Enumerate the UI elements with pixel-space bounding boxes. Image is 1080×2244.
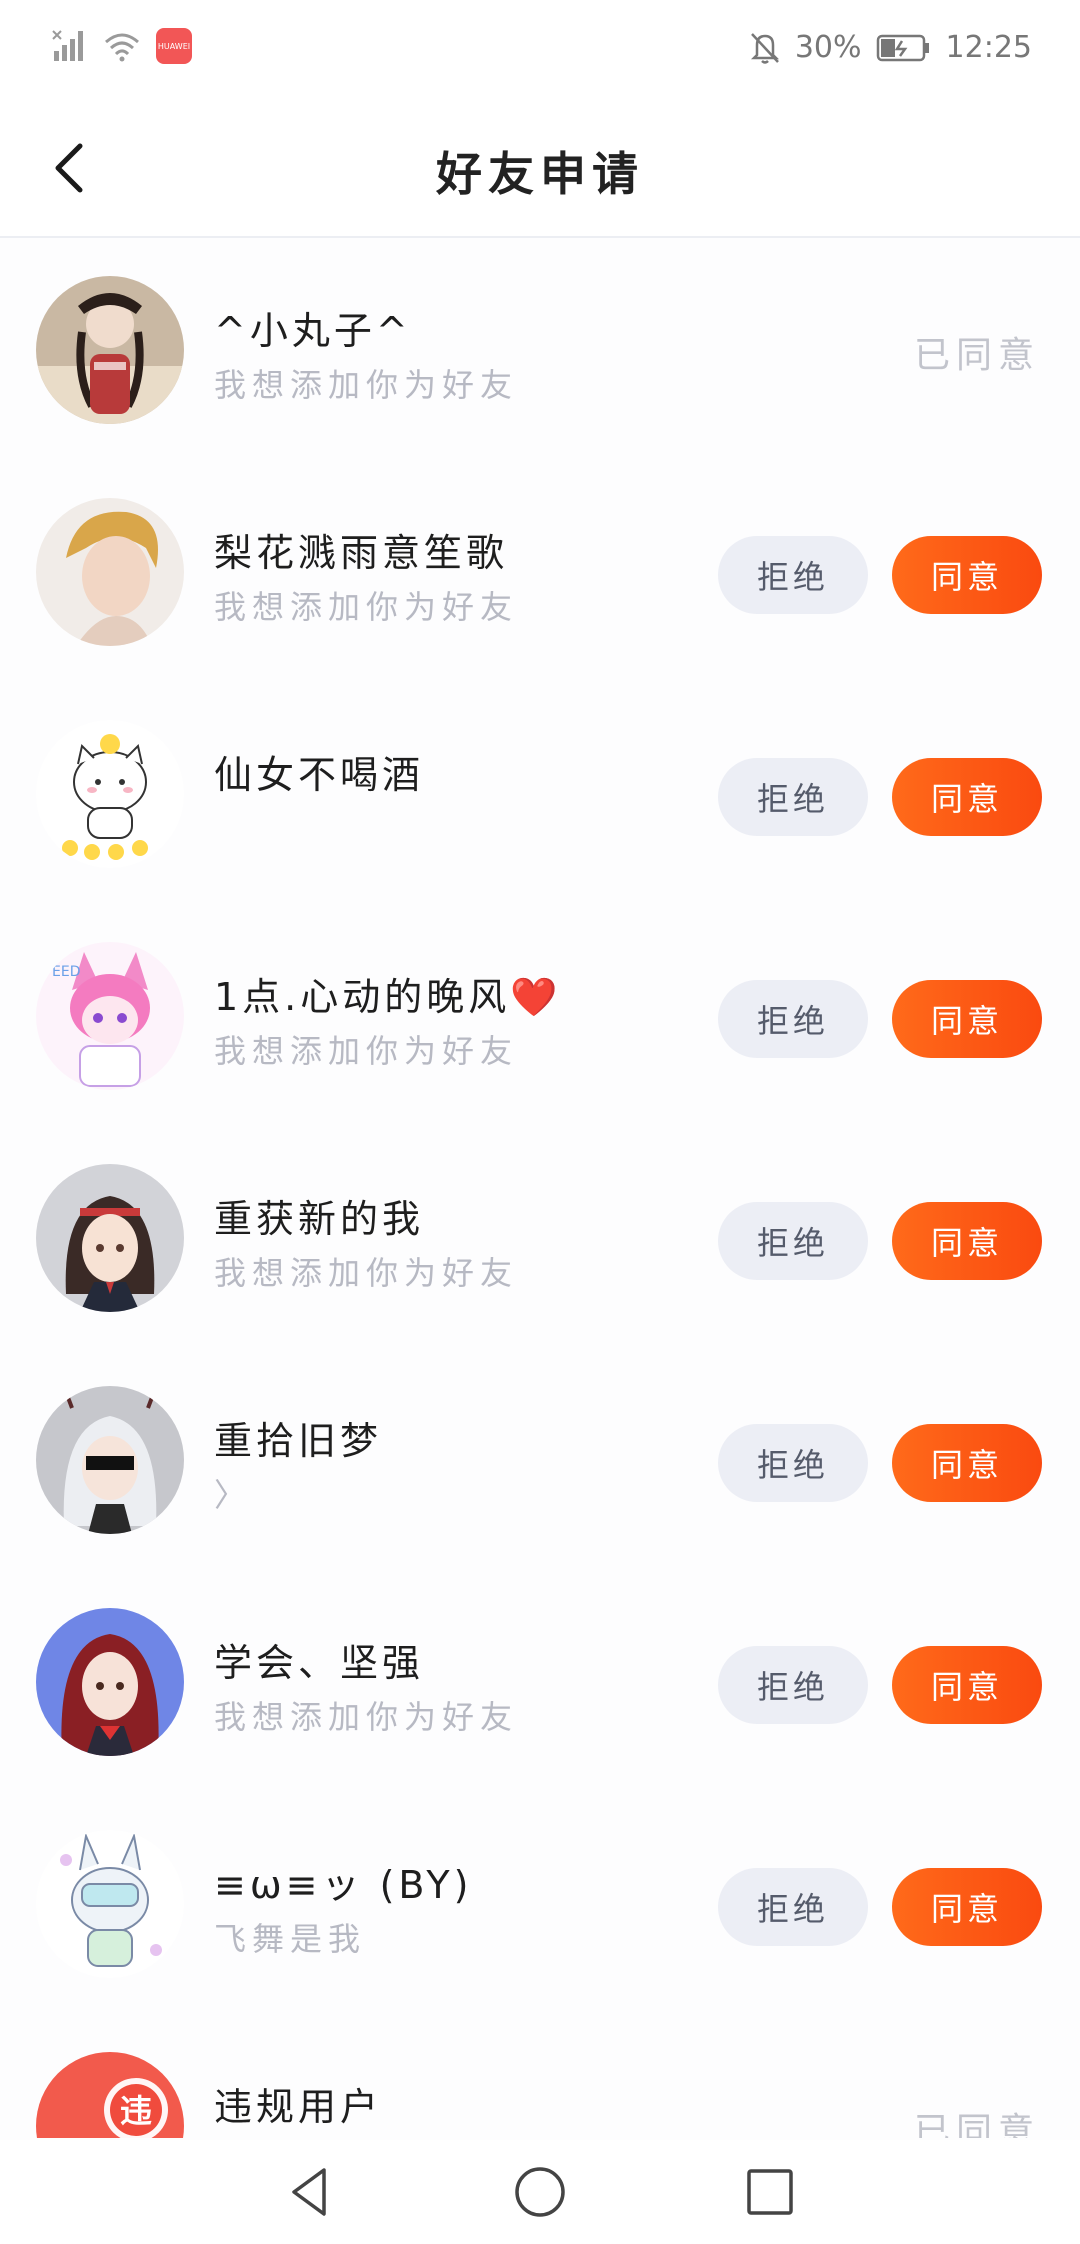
svg-text:FEED: FEED (44, 964, 81, 980)
request-message: 我想添加你为好友 (214, 1254, 519, 1292)
request-message: 我想添加你为好友 (214, 1698, 519, 1736)
avatar[interactable] (36, 1386, 184, 1534)
requester-name: 仙女不喝酒 (214, 753, 425, 797)
nav-recent-icon (747, 2169, 793, 2215)
request-row[interactable]: 梨花溅雨意笙歌 我想添加你为好友 拒绝 同意 (0, 460, 1080, 682)
requester-name: ≡ω≡ッ (BY) (214, 1863, 473, 1907)
request-message: 〉 (214, 1476, 253, 1514)
silent-bell-icon (750, 32, 779, 64)
reject-button[interactable]: 拒绝 (718, 1424, 868, 1502)
agree-button[interactable]: 同意 (892, 758, 1042, 836)
requester-name: 重拾旧梦 (214, 1419, 383, 1463)
request-message: 我想添加你为好友 (214, 1032, 519, 1070)
reject-button[interactable]: 拒绝 (718, 1868, 868, 1946)
request-row[interactable]: ≡ω≡ッ (BY) 飞舞是我 拒绝 同意 (0, 1792, 1080, 2014)
agree-button[interactable]: 同意 (892, 1868, 1042, 1946)
signal-icon (52, 30, 83, 61)
request-row[interactable]: 仙女不喝酒 拒绝 同意 (0, 682, 1080, 904)
request-row[interactable]: ^小丸子^ 我想添加你为好友 已同意 (0, 238, 1080, 460)
status-label: 已同意 (913, 335, 1040, 376)
nav-back-icon (292, 2168, 326, 2216)
request-message: 我想添加你为好友 (214, 366, 519, 404)
nav-recent-button[interactable] (740, 2162, 800, 2222)
avatar[interactable] (36, 1608, 184, 1756)
page-title: 好友申请 (436, 147, 644, 201)
avatar[interactable]: 违 (36, 2052, 184, 2138)
reject-button[interactable]: 拒绝 (718, 536, 868, 614)
agree-button[interactable]: 同意 (892, 1424, 1042, 1502)
status-label: 已同意 (913, 2111, 1040, 2138)
requester-name: 违规用户 (214, 2085, 383, 2129)
request-row[interactable]: FEED 1点.心动的晚风❤️ 我想添加你为好友 拒绝 同意 (0, 904, 1080, 1126)
nav-home-icon (515, 2167, 565, 2217)
request-message: 我想添加你为好友 (214, 588, 519, 626)
wifi-icon (105, 33, 139, 62)
avatar[interactable] (36, 498, 184, 646)
request-row[interactable]: 重获新的我 我想添加你为好友 拒绝 同意 (0, 1126, 1080, 1348)
requester-name: 重获新的我 (214, 1197, 425, 1241)
status-right: 30% 12:25 (749, 30, 1032, 65)
reject-button[interactable]: 拒绝 (718, 1646, 868, 1724)
app-notification-icon: HUAWEI (156, 28, 192, 64)
request-message: 飞舞是我 (214, 1920, 367, 1958)
avatar[interactable]: FEED (36, 942, 184, 1090)
avatar[interactable] (36, 276, 184, 424)
avatar[interactable] (36, 1164, 184, 1312)
avatar[interactable] (36, 1830, 184, 1978)
request-row[interactable]: 重拾旧梦 〉 拒绝 同意 (0, 1348, 1080, 1570)
reject-button[interactable]: 拒绝 (718, 980, 868, 1058)
nav-home-button[interactable] (510, 2162, 570, 2222)
nav-back-button[interactable] (280, 2162, 340, 2222)
status-left: HUAWEI (52, 28, 192, 64)
status-bar: HUAWEI 30% 12:25 (0, 0, 1080, 100)
system-nav-bar (0, 2140, 1080, 2244)
friend-request-list: ^小丸子^ 我想添加你为好友 已同意 梨花溅雨意笙歌 我想添加你为好友 拒绝 同… (0, 238, 1080, 2138)
requester-name: ^小丸子^ (214, 309, 412, 353)
avatar[interactable] (36, 720, 184, 868)
agree-button[interactable]: 同意 (892, 980, 1042, 1058)
request-row[interactable]: 违 违规用户 已同意 (0, 2014, 1080, 2138)
requester-name: 梨花溅雨意笙歌 (214, 531, 509, 575)
battery-percent: 30% (794, 30, 862, 65)
violation-badge-text: 违 (120, 2092, 152, 2130)
requester-name: 1点.心动的晚风❤️ (214, 975, 562, 1019)
clock: 12:25 (945, 30, 1032, 65)
reject-button[interactable]: 拒绝 (718, 1202, 868, 1280)
agree-button[interactable]: 同意 (892, 536, 1042, 614)
title-bar: 好友申请 (0, 100, 1080, 238)
agree-button[interactable]: 同意 (892, 1646, 1042, 1724)
agree-button[interactable]: 同意 (892, 1202, 1042, 1280)
request-row[interactable]: 学会、坚强 我想添加你为好友 拒绝 同意 (0, 1570, 1080, 1792)
requester-name: 学会、坚强 (214, 1641, 425, 1685)
battery-charging-icon (876, 34, 929, 61)
reject-button[interactable]: 拒绝 (718, 758, 868, 836)
